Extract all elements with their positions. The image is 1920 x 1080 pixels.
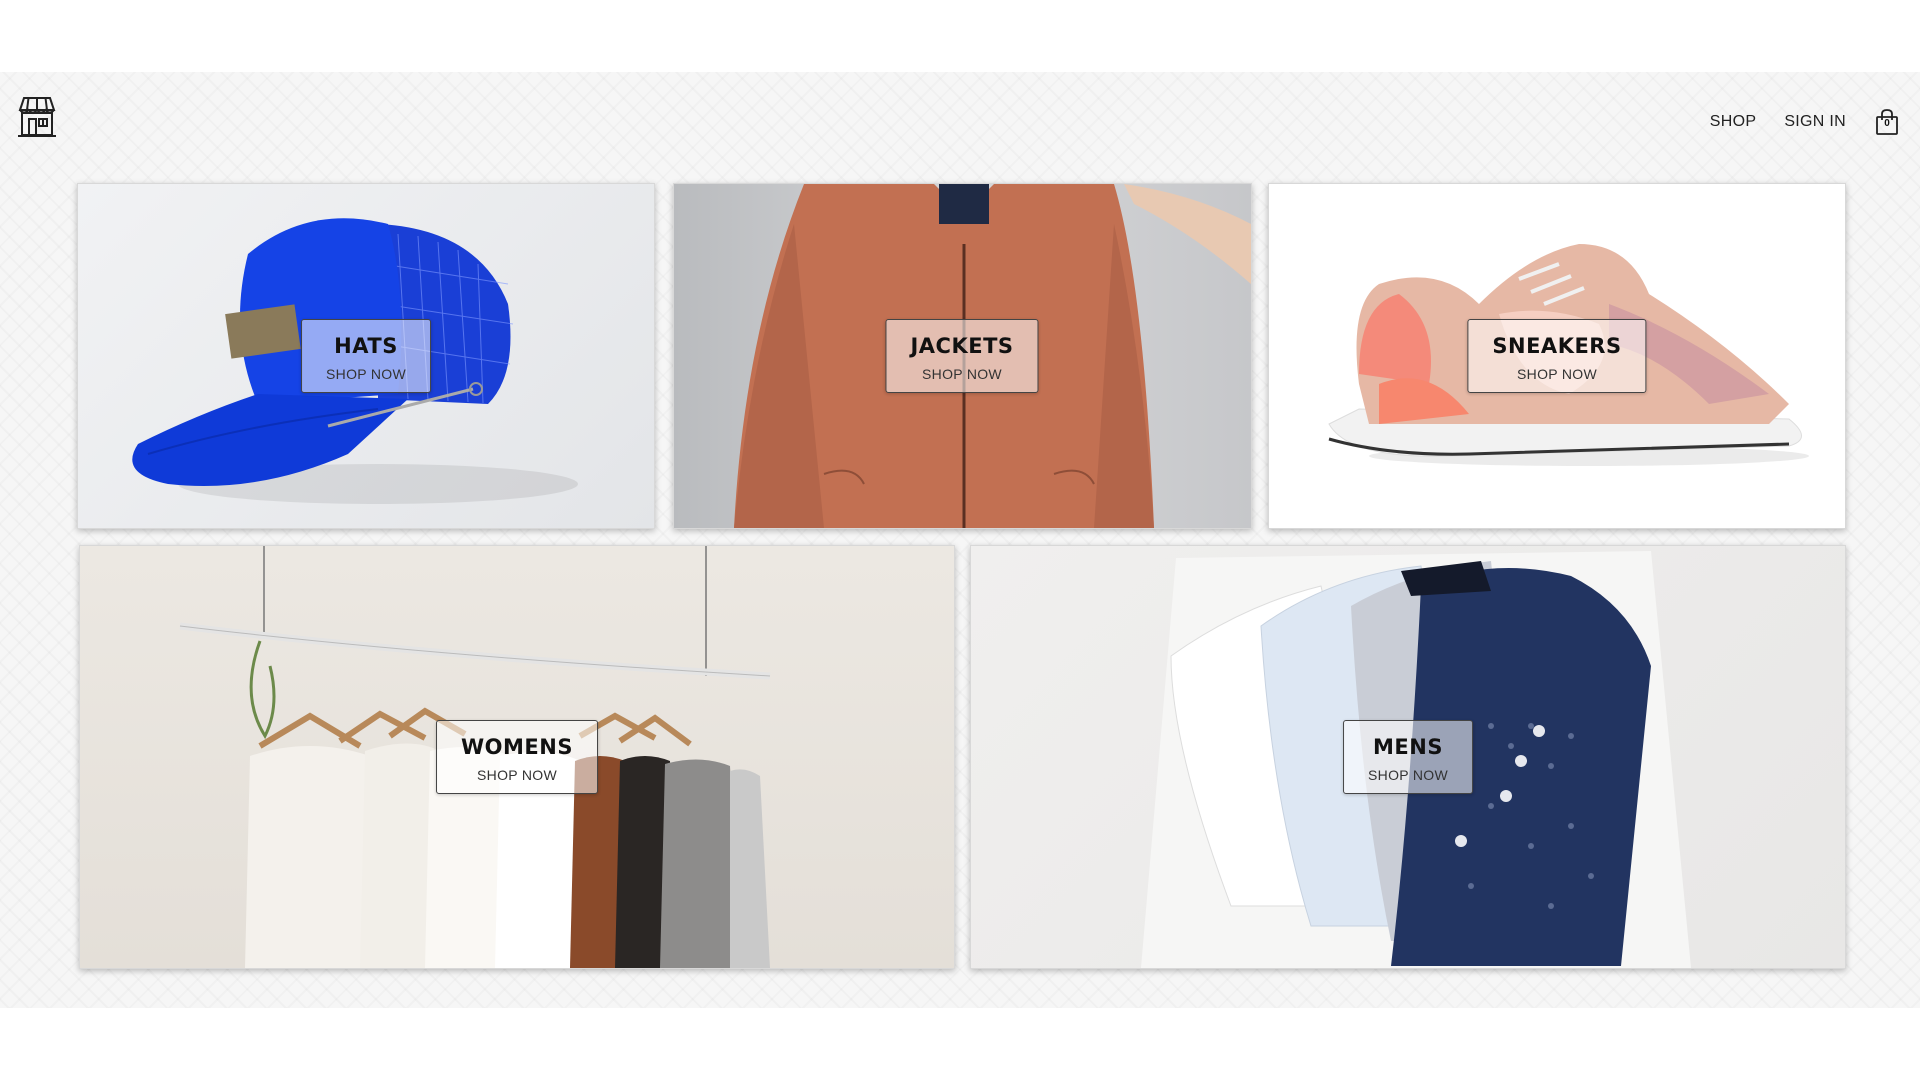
category-tile-jackets[interactable]: JACKETS SHOP NOW [673, 183, 1252, 529]
shop-now-link[interactable]: SHOP NOW [326, 366, 406, 382]
category-label-box: MENS SHOP NOW [1343, 720, 1473, 794]
category-title: JACKETS [910, 334, 1014, 358]
site-header: SHOP SIGN IN 0 [0, 72, 1920, 162]
category-title: HATS [334, 334, 398, 358]
category-tile-hats[interactable]: HATS SHOP NOW [77, 183, 655, 529]
category-label-box: SNEAKERS SHOP NOW [1467, 319, 1647, 393]
category-tile-mens[interactable]: MENS SHOP NOW [970, 545, 1846, 969]
top-whitespace [0, 0, 1920, 72]
shop-now-link[interactable]: SHOP NOW [1492, 366, 1621, 382]
storefront-icon[interactable] [14, 94, 60, 140]
bottom-whitespace [0, 1008, 1920, 1080]
category-title: WOMENS [461, 735, 573, 759]
category-label-box: JACKETS SHOP NOW [885, 319, 1039, 393]
main-nav: SHOP SIGN IN 0 [1710, 108, 1900, 136]
cart-button[interactable]: 0 [1874, 108, 1900, 136]
shop-now-link[interactable]: SHOP NOW [461, 767, 573, 783]
category-label-box: HATS SHOP NOW [301, 319, 431, 393]
shop-now-link[interactable]: SHOP NOW [910, 366, 1013, 382]
category-tile-womens[interactable]: WOMENS SHOP NOW [79, 545, 955, 969]
cart-count: 0 [1884, 118, 1890, 129]
nav-signin-link[interactable]: SIGN IN [1784, 113, 1846, 131]
category-title: SNEAKERS [1492, 334, 1622, 358]
category-tile-sneakers[interactable]: SNEAKERS SHOP NOW [1268, 183, 1846, 529]
category-title: MENS [1373, 735, 1443, 759]
nav-shop-link[interactable]: SHOP [1710, 113, 1757, 131]
page: SHOP SIGN IN 0 HATS SHOP NOW JACKETS SHO… [0, 0, 1920, 1080]
shop-now-link[interactable]: SHOP NOW [1368, 767, 1448, 783]
category-label-box: WOMENS SHOP NOW [436, 720, 598, 794]
